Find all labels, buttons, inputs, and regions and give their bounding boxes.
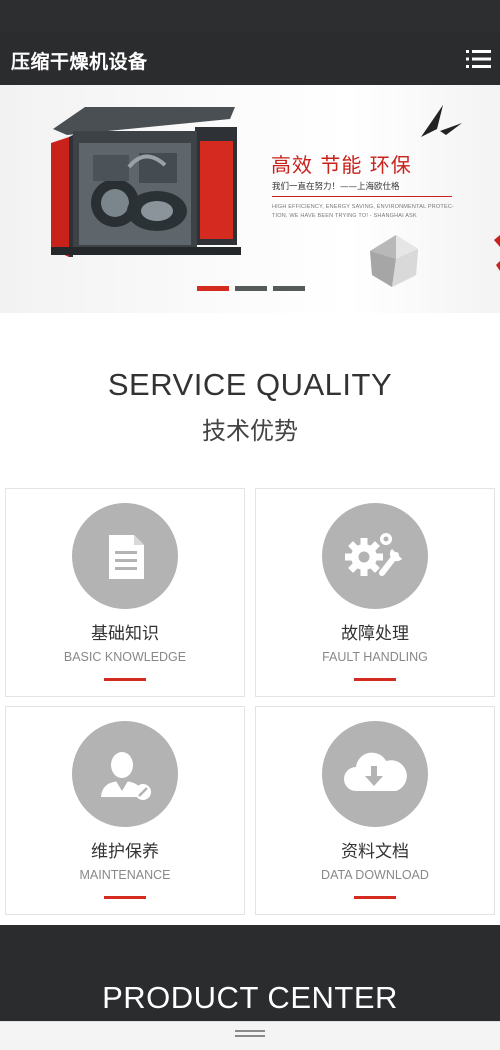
banner-english-line1: HIGH EFFICIENCY, ENERGY SAVING, ENVIRONM…: [272, 204, 455, 210]
hero-banner[interactable]: 高效 节能 环保 我们一直在努力！——上海欧仕格 HIGH EFFICIENCY…: [0, 85, 500, 313]
card-accent-bar: [354, 678, 396, 681]
slide-dot-3[interactable]: [273, 286, 305, 291]
banner-english-line2: TION, WE HAVE BEEN TRYING TO! - SHANGHAI…: [272, 213, 417, 219]
card-accent-bar: [104, 896, 146, 899]
service-section-subtitle: 技术优势: [202, 417, 298, 445]
card-title-cn: 基础知识: [91, 624, 159, 644]
service-card-data-download[interactable]: 资料文档 DATA DOWNLOAD: [255, 706, 495, 915]
banner-headline: 高效 节能 环保: [271, 153, 412, 177]
slide-dot-2[interactable]: [235, 286, 267, 291]
card-accent-bar: [104, 678, 146, 681]
product-section-title: PRODUCT CENTER: [102, 980, 398, 1015]
cloud-download-icon: [322, 721, 428, 827]
card-title-cn: 维护保养: [91, 842, 159, 862]
technician-icon: [72, 721, 178, 827]
gears-wrench-icon: [322, 503, 428, 609]
document-icon: [72, 503, 178, 609]
card-title-en: DATA DOWNLOAD: [321, 868, 429, 882]
banner-english-text: HIGH EFFICIENCY, ENERGY SAVING, ENVIRONM…: [272, 203, 462, 221]
hamburger-menu-icon[interactable]: [466, 49, 491, 69]
card-title-en: FAULT HANDLING: [322, 650, 428, 664]
card-title-cn: 故障处理: [341, 624, 409, 644]
compressor-image: [51, 107, 241, 257]
card-title-en: BASIC KNOWLEDGE: [63, 650, 187, 664]
brand-title[interactable]: 压缩干燥机设备: [11, 47, 148, 74]
site-header: 压缩干燥机设备: [0, 32, 500, 85]
slide-dot-1[interactable]: [197, 286, 229, 291]
card-title-cn: 资料文档: [341, 842, 409, 862]
service-card-maintenance[interactable]: 维护保养 MAINTENANCE: [5, 706, 245, 915]
card-accent-bar: [354, 896, 396, 899]
banner-divider: [272, 196, 452, 197]
service-card-fault-handling[interactable]: 故障处理 FAULT HANDLING: [255, 488, 495, 697]
banner-tagline: 我们一直在努力！——上海欧仕格: [272, 182, 400, 192]
bottom-drawer-handle[interactable]: [0, 1021, 500, 1050]
grip-icon: [235, 1030, 265, 1037]
card-title-en: MAINTENANCE: [79, 868, 171, 882]
service-section-title: SERVICE QUALITY: [107, 367, 393, 402]
top-strip: [0, 0, 500, 32]
service-card-basic-knowledge[interactable]: 基础知识 BASIC KNOWLEDGE: [5, 488, 245, 697]
